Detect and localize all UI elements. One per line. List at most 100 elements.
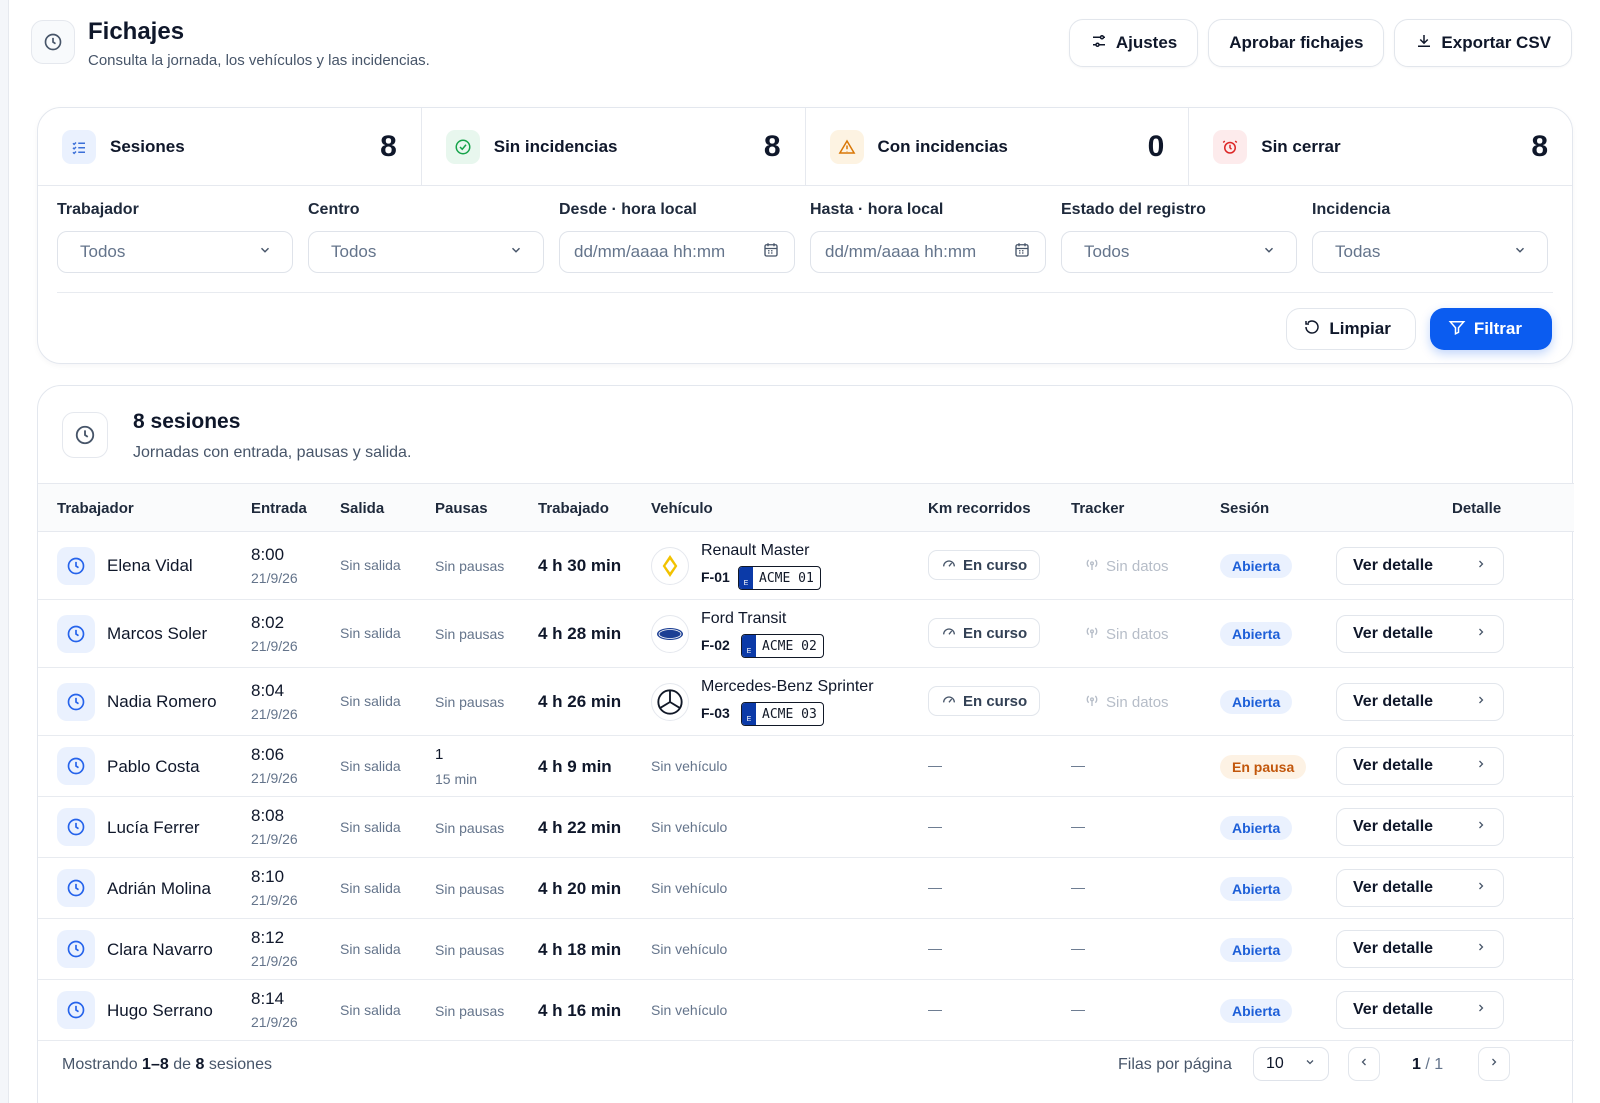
column-header: Entrada	[251, 500, 307, 517]
signal-icon	[1084, 692, 1100, 712]
exit-value: Sin salida	[340, 758, 401, 774]
tracker-label: Sin datos	[1106, 625, 1169, 643]
worked-time: 4 h 16 min	[538, 1001, 622, 1020]
detail-label: Ver detalle	[1353, 818, 1434, 835]
worker-name: Nadia Romero	[107, 692, 217, 711]
status-badge: Abierta	[1220, 999, 1293, 1023]
vehicle-code: F-02	[701, 637, 730, 653]
clock-icon	[57, 991, 95, 1029]
view-detail-button[interactable]: Ver detalle	[1336, 747, 1504, 785]
entry-date: 21/9/26	[251, 953, 298, 969]
km-status: En curso	[928, 550, 1041, 580]
incident-select[interactable]: Todas	[1312, 231, 1548, 273]
calendar-icon	[762, 241, 780, 264]
filter-button[interactable]: Filtrar	[1429, 308, 1552, 350]
worked-time: 4 h 30 min	[538, 556, 622, 575]
pauses-value: Sin pausas	[435, 942, 505, 958]
chevron-down-icon	[509, 242, 523, 262]
chevron-right-icon	[1475, 879, 1487, 897]
worker-name: Adrián Molina	[107, 879, 211, 898]
worked-time: 4 h 9 min	[538, 757, 612, 776]
exit-value: Sin salida	[340, 819, 401, 835]
worker-select[interactable]: Todos	[57, 231, 293, 273]
pauses-count: 1	[435, 746, 444, 763]
entry-time: 8:12	[251, 928, 285, 947]
detail-label: Ver detalle	[1353, 693, 1434, 710]
status-select[interactable]: Todos	[1061, 231, 1297, 273]
table-row: Clara Navarro 8:12 21/9/26 Sin salida Si…	[38, 919, 1574, 980]
clock-icon	[57, 808, 95, 846]
exit-value: Sin salida	[340, 693, 401, 709]
vehicle-name: Mercedes-Benz Sprinter	[701, 678, 874, 695]
tracker-value: —	[1071, 879, 1085, 895]
tracker-value: —	[1071, 940, 1085, 956]
view-detail-button[interactable]: Ver detalle	[1336, 869, 1504, 907]
table-row: Nadia Romero 8:04 21/9/26 Sin salida Sin…	[38, 668, 1574, 736]
view-detail-button[interactable]: Ver detalle	[1336, 547, 1504, 585]
license-plate: E ACME 02	[741, 634, 824, 658]
column-header: Trabajado	[538, 500, 609, 517]
stats-row: Sesiones 8 Sin incidencias 8 Con inciden…	[38, 108, 1572, 186]
entry-time: 8:08	[251, 806, 285, 825]
pauses-duration: 15 min	[435, 771, 478, 787]
clear-button[interactable]: Limpiar	[1286, 308, 1416, 350]
view-detail-button[interactable]: Ver detalle	[1336, 808, 1504, 846]
stat-sesiones: Sesiones 8	[38, 108, 422, 185]
stat-label: Sin incidencias	[493, 136, 618, 156]
filter-label: Estado del registro	[1061, 201, 1206, 218]
center-select[interactable]: Todos	[308, 231, 544, 273]
column-header: Detalle	[1452, 500, 1502, 517]
date-placeholder: dd/mm/aaaa hh:mm	[574, 242, 726, 261]
export-csv-button[interactable]: Exportar CSV	[1394, 19, 1572, 67]
to-date-input[interactable]: dd/mm/aaaa hh:mm	[810, 231, 1046, 273]
gauge-icon	[941, 691, 957, 711]
summary-total: 8	[195, 1056, 205, 1073]
km-value: —	[928, 818, 942, 834]
table-row: Lucía Ferrer 8:08 21/9/26 Sin salida Sin…	[38, 797, 1574, 858]
no-vehicle: Sin vehículo	[651, 819, 728, 835]
status-badge: Abierta	[1220, 816, 1293, 840]
chevron-down-icon	[1304, 1055, 1316, 1073]
view-detail-button[interactable]: Ver detalle	[1336, 683, 1504, 721]
tracker-status: Sin datos	[1084, 692, 1169, 712]
chevron-right-icon	[1475, 757, 1487, 775]
detail-label: Ver detalle	[1353, 625, 1434, 642]
license-plate: E ACME 03	[741, 702, 824, 726]
prev-page-button[interactable]	[1348, 1047, 1380, 1081]
from-date-input[interactable]: dd/mm/aaaa hh:mm	[559, 231, 795, 273]
rows-per-page-select[interactable]: 10	[1253, 1047, 1329, 1081]
signal-icon	[1084, 624, 1100, 644]
status-badge: Abierta	[1220, 622, 1293, 646]
summary-filter-card: Sesiones 8 Sin incidencias 8 Con inciden…	[37, 107, 1573, 364]
settings-button[interactable]: Ajustes	[1068, 19, 1199, 67]
current-page: 1	[1412, 1056, 1421, 1073]
entry-date: 21/9/26	[251, 831, 298, 847]
worker-name: Hugo Serrano	[107, 1001, 213, 1020]
status-badge: Abierta	[1220, 690, 1293, 714]
funnel-icon	[1448, 318, 1466, 341]
mercedes-logo-icon	[651, 683, 689, 721]
status-badge: Abierta	[1220, 554, 1293, 578]
table-header: Trabajador Entrada Salida Pausas Trabaja…	[38, 483, 1574, 532]
entry-time: 8:06	[251, 745, 285, 764]
filter-estado: Estado del registro Todos	[1061, 201, 1297, 281]
clock-icon	[31, 20, 75, 64]
status-badge: Abierta	[1220, 938, 1293, 962]
renault-logo-icon	[651, 547, 689, 585]
calendar-icon	[1013, 241, 1031, 264]
page-subtitle: Consulta la jornada, los vehículos y las…	[88, 52, 430, 69]
gauge-icon	[941, 623, 957, 643]
detail-label: Ver detalle	[1353, 757, 1434, 774]
approve-button[interactable]: Aprobar fichajes	[1208, 19, 1385, 67]
km-value: —	[928, 1001, 942, 1017]
warning-icon	[829, 129, 864, 164]
pauses-value: Sin pausas	[435, 1003, 505, 1019]
view-detail-button[interactable]: Ver detalle	[1336, 991, 1504, 1029]
entry-date: 21/9/26	[251, 570, 298, 586]
detail-label: Ver detalle	[1353, 557, 1434, 574]
view-detail-button[interactable]: Ver detalle	[1336, 615, 1504, 653]
km-value: —	[928, 940, 942, 956]
km-value: —	[928, 879, 942, 895]
view-detail-button[interactable]: Ver detalle	[1336, 930, 1504, 968]
next-page-button[interactable]	[1478, 1047, 1510, 1081]
